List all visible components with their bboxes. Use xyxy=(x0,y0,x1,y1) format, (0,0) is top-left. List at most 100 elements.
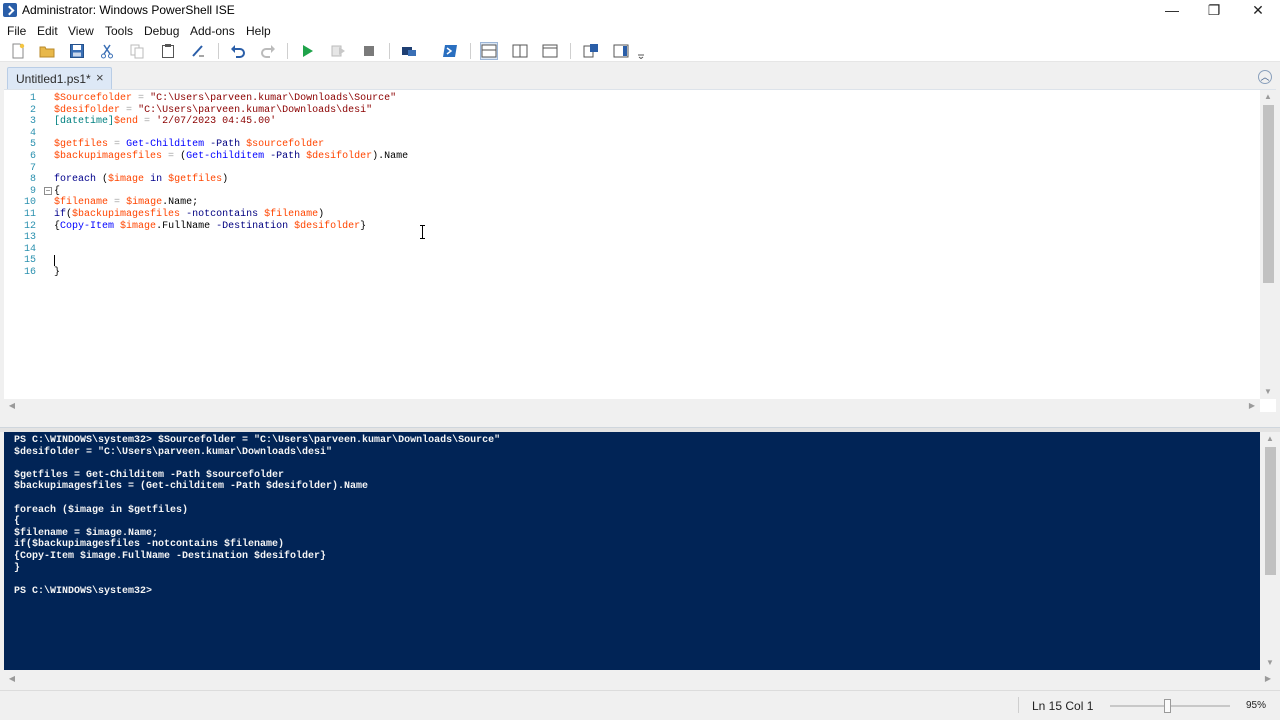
code-line[interactable]: {Copy-Item $image.FullName -Destination … xyxy=(54,221,366,232)
code-line[interactable]: $desifolder = "C:\Users\parveen.kumar\Do… xyxy=(54,105,372,116)
line-number: 13 xyxy=(23,232,36,244)
line-number: 5 xyxy=(29,139,36,151)
console-horizontal-scrollbar[interactable]: ◀ ▶ xyxy=(4,672,1276,686)
close-window-button[interactable]: ✕ xyxy=(1236,0,1280,21)
zoom-slider-thumb[interactable] xyxy=(1164,699,1171,713)
console-line: PS C:\WINDOWS\system32> $Sourcefolder = … xyxy=(14,435,501,446)
zoom-level: 95% xyxy=(1246,700,1267,711)
menu-bar: File Edit View Tools Debug Add-ons Help xyxy=(0,21,1280,40)
show-script-maximized-icon[interactable] xyxy=(541,42,559,60)
scroll-left-icon[interactable]: ◀ xyxy=(4,672,20,686)
status-bar: Ln 15 Col 1 95% xyxy=(0,690,1280,720)
ibeam-cursor-icon xyxy=(420,225,425,239)
line-number: 2 xyxy=(29,104,36,116)
scroll-up-icon[interactable]: ▲ xyxy=(1262,432,1278,446)
run-selection-icon[interactable] xyxy=(329,42,347,60)
line-number: 7 xyxy=(29,162,36,174)
minimize-button[interactable]: — xyxy=(1150,0,1194,21)
code-line[interactable]: [datetime]$end = '2/07/2023 04:45.00' xyxy=(54,116,276,127)
line-number: 9 xyxy=(29,185,36,197)
line-number: 4 xyxy=(29,127,36,139)
console-line: foreach ($image in $getfiles) xyxy=(14,504,189,516)
menu-add-ons[interactable]: Add-ons xyxy=(190,24,235,38)
scroll-right-icon[interactable]: ▶ xyxy=(1244,399,1260,413)
open-file-icon[interactable] xyxy=(38,42,56,60)
scrollbar-thumb[interactable] xyxy=(1263,105,1274,283)
script-vertical-scrollbar[interactable]: ▲ ▼ xyxy=(1260,90,1276,399)
console-line: $backupimagesfiles = (Get-childitem -Pat… xyxy=(14,481,369,493)
console-line: { xyxy=(14,516,21,528)
script-editor[interactable]: 1 2 3 4 5 6 7 8 9 10 11 12 13 14 15 16 −… xyxy=(4,89,1276,413)
tab-untitled1[interactable]: Untitled1.ps1* × xyxy=(7,67,112,89)
scrollbar-thumb[interactable] xyxy=(1265,447,1276,575)
line-number: 10 xyxy=(23,197,36,209)
console-line: if($backupimagesfiles -notcontains $file… xyxy=(14,539,285,551)
menu-view[interactable]: View xyxy=(68,24,94,38)
scroll-up-icon[interactable]: ▲ xyxy=(1260,90,1276,104)
line-number: 14 xyxy=(23,243,36,255)
menu-edit[interactable]: Edit xyxy=(37,24,58,38)
code-line[interactable]: $Sourcefolder = "C:\Users\parveen.kumar\… xyxy=(54,93,396,104)
scroll-down-icon[interactable]: ▼ xyxy=(1262,656,1278,670)
menu-file[interactable]: File xyxy=(7,24,26,38)
toolbar-separator xyxy=(570,43,571,59)
show-command-window-icon[interactable] xyxy=(582,42,600,60)
show-command-addon-icon[interactable] xyxy=(612,42,630,60)
code-line[interactable]: $filename = $image.Name; xyxy=(54,197,198,208)
tab-close-icon[interactable]: × xyxy=(96,70,104,85)
line-number: 6 xyxy=(29,151,36,162)
cursor-position: Ln 15 Col 1 xyxy=(1032,699,1094,713)
console-vertical-scrollbar[interactable]: ▲ ▼ xyxy=(1262,432,1278,670)
show-script-top-icon[interactable] xyxy=(480,42,498,60)
redo-icon[interactable] xyxy=(259,42,277,60)
save-icon[interactable] xyxy=(68,42,86,60)
scroll-down-icon[interactable]: ▼ xyxy=(1260,385,1276,399)
line-number: 1 xyxy=(29,93,36,104)
console-line: $getfiles = Get-Childitem -Path $sourcef… xyxy=(14,469,285,481)
toolbar-overflow-icon[interactable] xyxy=(636,42,646,60)
zoom-slider[interactable] xyxy=(1110,699,1230,713)
code-line[interactable]: } xyxy=(54,267,60,278)
copy-icon[interactable] xyxy=(128,42,146,60)
script-tab-strip: Untitled1.ps1* × ︿ xyxy=(0,62,1280,89)
line-number: 12 xyxy=(23,220,36,232)
window-title: Administrator: Windows PowerShell ISE xyxy=(22,3,235,17)
toolbar-separator xyxy=(287,43,288,59)
text-caret xyxy=(54,255,55,266)
scroll-left-icon[interactable]: ◀ xyxy=(4,399,20,413)
toolbar-separator xyxy=(218,43,219,59)
paste-icon[interactable] xyxy=(159,42,177,60)
cut-icon[interactable] xyxy=(98,42,116,60)
clear-console-icon[interactable] xyxy=(189,42,207,60)
scroll-right-icon[interactable]: ▶ xyxy=(1260,672,1276,686)
menu-debug[interactable]: Debug xyxy=(144,24,179,38)
code-line[interactable]: if($backupimagesfiles -notcontains $file… xyxy=(54,209,324,220)
show-script-right-icon[interactable] xyxy=(511,42,529,60)
menu-tools[interactable]: Tools xyxy=(105,24,133,38)
fold-toggle-icon[interactable]: − xyxy=(44,187,52,195)
code-line[interactable]: $getfiles = Get-Childitem -Path $sourcef… xyxy=(54,139,324,150)
code-line[interactable]: { xyxy=(54,186,60,197)
code-line[interactable]: $backupimagesfiles = (Get-childitem -Pat… xyxy=(54,151,408,162)
restore-button[interactable]: ❐ xyxy=(1192,0,1236,21)
new-file-icon[interactable] xyxy=(9,42,27,60)
console-prompt: PS C:\WINDOWS\system32> xyxy=(14,585,153,597)
toolbar-separator xyxy=(389,43,390,59)
line-number: 3 xyxy=(29,116,36,128)
code-line[interactable]: foreach ($image in $getfiles) xyxy=(54,174,228,185)
undo-icon[interactable] xyxy=(229,42,247,60)
new-remote-tab-icon[interactable] xyxy=(400,42,418,60)
run-script-icon[interactable] xyxy=(298,42,316,60)
collapse-script-pane-icon[interactable]: ︿ xyxy=(1258,70,1272,84)
script-horizontal-scrollbar[interactable]: ◀ ▶ xyxy=(4,399,1260,413)
console-line: {Copy-Item $image.FullName -Destination … xyxy=(14,551,327,562)
line-number: 16 xyxy=(23,267,36,278)
menu-help[interactable]: Help xyxy=(246,24,271,38)
stop-icon[interactable] xyxy=(360,42,378,60)
console-pane[interactable]: PS C:\WINDOWS\system32> $Sourcefolder = … xyxy=(4,432,1260,670)
start-powershell-icon[interactable] xyxy=(441,42,459,60)
line-number: 15 xyxy=(23,255,36,267)
line-number: 8 xyxy=(29,174,36,186)
title-bar: Administrator: Windows PowerShell ISE — … xyxy=(0,0,1280,21)
toolbar-separator xyxy=(470,43,471,59)
